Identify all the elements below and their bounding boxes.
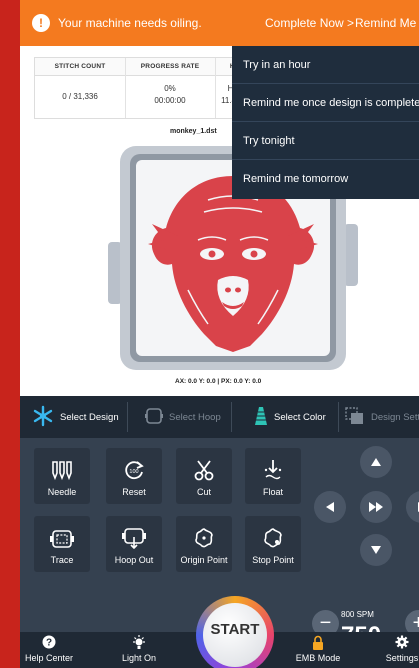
settings-label: Settings [385, 653, 419, 663]
origin-point-label: Origin Point [180, 555, 228, 565]
reset-button[interactable]: 100 Reset [106, 448, 162, 504]
origin-point-icon [195, 528, 213, 548]
settings-button[interactable]: Settings [367, 635, 419, 663]
design-settings-label: Design Settin [371, 411, 419, 423]
needle-label: Needle [47, 487, 77, 497]
help-center-button[interactable]: ? Help Center [20, 635, 84, 663]
hoop-icon [145, 407, 163, 428]
design-settings-button[interactable]: Design Settin [345, 396, 419, 438]
thread-spool-icon [254, 406, 268, 429]
select-hoop-button[interactable]: Select Hoop [145, 396, 221, 438]
fast-forward-button[interactable] [360, 491, 392, 523]
trace-icon [50, 530, 74, 548]
select-design-button[interactable]: Select Design [32, 396, 119, 438]
stop-point-icon [264, 528, 282, 548]
menu-item-remind-when-complete[interactable]: Remind me once design is complete [232, 84, 419, 122]
select-color-label: Select Color [274, 411, 326, 423]
remind-me-later-link[interactable]: Remind Me Lat [355, 16, 419, 30]
lightbulb-icon [104, 635, 174, 651]
float-button[interactable]: Float [245, 448, 301, 504]
move-up-button[interactable] [360, 446, 392, 478]
cut-button[interactable]: Cut [176, 448, 232, 504]
remind-me-menu: Try in an hour Remind me once design is … [232, 46, 419, 199]
progress-rate-header: PROGRESS RATE [140, 63, 200, 70]
start-button-ring: START [196, 596, 274, 668]
banner-message: Your machine needs oiling. [58, 16, 202, 30]
hoop-out-button[interactable]: Hoop Out [106, 516, 162, 572]
reset-badge-text: 100 [129, 469, 138, 475]
arrow-left-icon [326, 502, 334, 512]
design-toolbar: Select Design Select Hoop Select Color D… [20, 396, 419, 438]
reset-label: Reset [122, 487, 146, 497]
start-button[interactable]: START [203, 603, 267, 667]
complete-now-link[interactable]: Complete Now > [265, 16, 354, 30]
float-icon [264, 460, 282, 480]
float-label: Float [262, 487, 283, 497]
embroidery-app: ! Your machine needs oiling. Complete No… [20, 0, 419, 668]
stop-point-label: Stop Point [252, 555, 294, 565]
reset-icon: 100 [125, 461, 144, 480]
max-speed-label: 800 SPM [341, 610, 374, 619]
needle-icon [52, 461, 72, 481]
lock-icon [283, 635, 353, 651]
oiling-banner: ! Your machine needs oiling. Complete No… [20, 0, 419, 46]
hoop-out-icon [122, 528, 146, 549]
arrow-down-icon [371, 546, 381, 554]
snowflake-design-icon [32, 405, 54, 430]
fast-forward-icon [369, 502, 383, 512]
cut-label: Cut [196, 487, 211, 497]
trace-button[interactable]: Trace [34, 516, 90, 572]
coordinates-readout: AX: 0.0 Y: 0.0 | PX: 0.0 Y: 0.0 [175, 378, 262, 385]
stitch-count-value: 0 / 31,336 [62, 92, 98, 101]
menu-item-try-in-an-hour[interactable]: Try in an hour [232, 46, 419, 84]
svg-text:?: ? [46, 638, 52, 649]
emb-mode-label: EMB Mode [295, 653, 341, 663]
help-icon: ? [20, 635, 84, 651]
needle-button[interactable]: Needle [34, 448, 90, 504]
stop-point-button[interactable]: Stop Point [245, 516, 301, 572]
menu-item-try-tonight[interactable]: Try tonight [232, 122, 419, 160]
progress-percent: 0% [164, 84, 176, 93]
emb-mode-button[interactable]: EMB Mode [283, 635, 353, 663]
origin-point-button[interactable]: Origin Point [176, 516, 232, 572]
select-design-label: Select Design [60, 411, 119, 423]
alert-icon: ! [32, 14, 50, 32]
trace-label: Trace [50, 555, 74, 565]
arrow-up-icon [371, 458, 381, 466]
scissors-icon [194, 460, 214, 481]
light-on-label: Light On [121, 653, 157, 663]
design-settings-icon [345, 406, 365, 428]
design-filename: monkey_1.dst [170, 128, 217, 135]
move-left-button[interactable] [314, 491, 346, 523]
menu-item-remind-tomorrow[interactable]: Remind me tomorrow [232, 160, 419, 198]
gear-icon [367, 635, 419, 651]
progress-time: 00:00:00 [154, 96, 186, 105]
help-center-label: Help Center [24, 653, 74, 663]
select-hoop-label: Select Hoop [169, 411, 221, 423]
stitch-count-header: STITCH COUNT [54, 63, 106, 70]
hoop-out-label: Hoop Out [114, 555, 154, 565]
light-on-button[interactable]: Light On [104, 635, 174, 663]
move-down-button[interactable] [360, 534, 392, 566]
select-color-button[interactable]: Select Color [254, 396, 326, 438]
